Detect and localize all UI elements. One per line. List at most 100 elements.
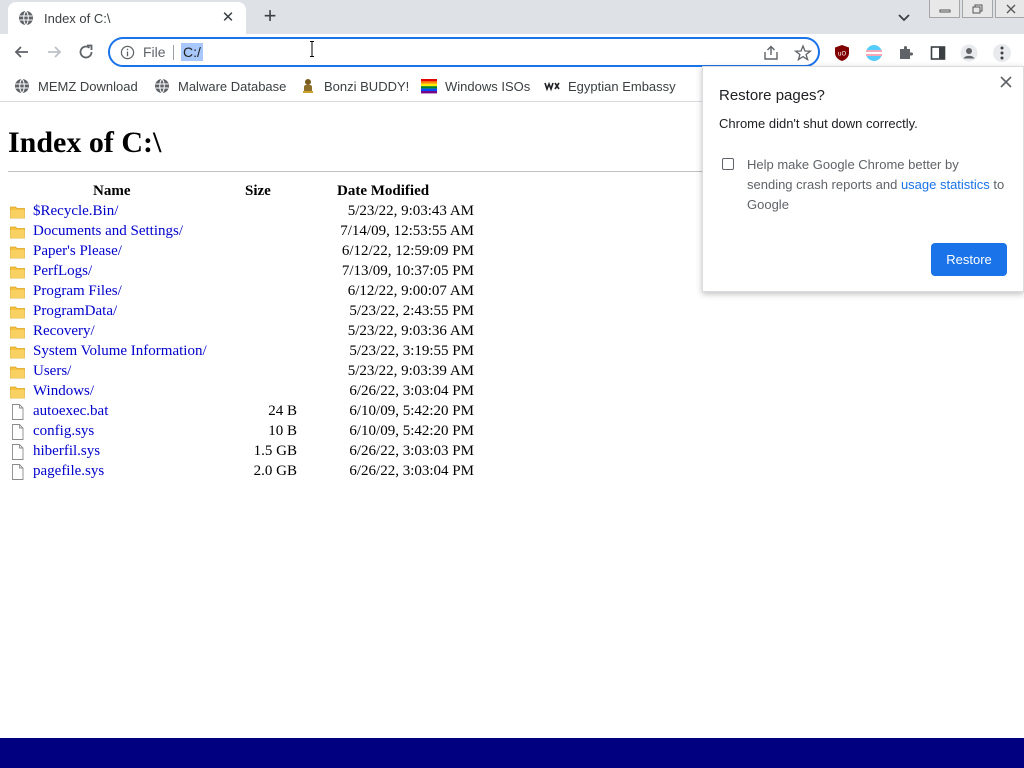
file-date: 7/13/09, 10:37:05 PM [341,263,474,279]
profile-avatar-icon[interactable] [960,44,978,62]
column-header-name[interactable]: Name [93,183,131,200]
folder-icon [10,344,25,360]
url-text[interactable]: C:/ [181,43,203,61]
restore-pages-dialog: Restore pages? Chrome didn't shut down c… [702,66,1024,292]
file-row: Program Files/6/12/22, 9:00:07 AM [0,282,500,302]
file-row: hiberfil.sys 1.5 GB 6/26/22, 3:03:03 PM [0,442,500,462]
url-separator [173,45,174,60]
file-row: System Volume Information/5/23/22, 3:19:… [0,342,500,362]
bookmark-label: Windows ISOs [445,78,531,94]
file-name-link[interactable]: System Volume Information/ [33,343,207,360]
crash-report-checkbox[interactable] [722,158,734,170]
back-arrow-icon[interactable] [12,42,32,62]
file-row: pagefile.sys 2.0 GB 6/26/22, 3:03:04 PM [0,462,500,482]
side-panel-icon[interactable] [929,44,947,62]
bookmark-label: Malware Database [178,78,287,94]
close-icon[interactable] [999,75,1013,89]
file-name-link[interactable]: $Recycle.Bin/ [33,203,118,220]
dialog-message: Chrome didn't shut down correctly. [719,116,918,131]
file-row: Windows/6/26/22, 3:03:04 PM [0,382,500,402]
file-date: 5/23/22, 9:03:43 AM [347,203,474,219]
bookmark-malware-database[interactable]: Malware Database [154,76,286,96]
file-row: Users/5/23/22, 9:03:39 AM [0,362,500,382]
page-title: Index of C:\ [8,126,162,159]
restore-button[interactable]: Restore [931,243,1007,276]
rainbow-flag-icon [421,79,437,94]
address-bar[interactable]: File C:/ [108,37,820,67]
file-name-link[interactable]: ProgramData/ [33,303,117,320]
file-row: Documents and Settings/7/14/09, 12:53:55… [0,222,500,242]
folder-icon [10,364,25,380]
more-menu-icon[interactable] [993,44,1011,62]
info-icon[interactable] [120,45,135,60]
wix-icon [544,81,560,92]
share-icon[interactable] [762,44,780,62]
file-name-link[interactable]: Program Files/ [33,283,122,300]
folder-icon [10,224,25,240]
bookmark-label: Egyptian Embassy [568,78,676,94]
file-row: ProgramData/5/23/22, 2:43:55 PM [0,302,500,322]
puzzle-extensions-icon[interactable] [897,44,915,62]
file-name-link[interactable]: pagefile.sys [33,463,104,480]
file-size: 24 B [268,403,297,419]
bookmark-windows-isos[interactable]: Windows ISOs [421,76,530,96]
file-name-link[interactable]: Paper's Please/ [33,243,122,260]
reload-icon[interactable] [76,42,96,62]
browser-toolbar: File C:/ uO [0,34,1024,70]
file-row: Paper's Please/6/12/22, 12:59:09 PM [0,242,500,262]
bookmark-memz-download[interactable]: MEMZ Download [14,76,138,96]
folder-icon [10,384,25,400]
file-name-link[interactable]: Windows/ [33,383,94,400]
file-date: 5/23/22, 9:03:39 AM [347,363,474,379]
file-name-link[interactable]: hiberfil.sys [33,443,100,460]
file-size: 2.0 GB [253,463,297,479]
globe-icon [19,10,33,26]
file-date: 5/23/22, 2:43:55 PM [349,303,474,319]
file-row: PerfLogs/7/13/09, 10:37:05 PM [0,262,500,282]
bookmark-star-icon[interactable] [794,44,812,62]
bookmark-label: MEMZ Download [38,78,138,94]
dialog-title: Restore pages? [719,87,825,104]
file-name-link[interactable]: Recovery/ [33,323,95,340]
minimize-icon [939,9,950,12]
column-header-size[interactable]: Size [245,183,271,200]
file-row: config.sys 10 B 6/10/09, 5:42:20 PM [0,422,500,442]
file-date: 6/10/09, 5:42:20 PM [349,423,474,439]
folder-icon [10,284,25,300]
crash-report-label: Help make Google Chrome better by sendin… [747,155,1007,215]
title-divider [8,171,708,172]
close-tab-icon[interactable]: ✕ [220,10,236,26]
close-window-button[interactable] [995,0,1024,18]
bookmark-egyptian-embassy[interactable]: Egyptian Embassy [544,76,676,96]
minimize-button[interactable] [929,0,960,18]
trans-flag-extension-icon[interactable] [865,44,883,62]
file-date: 6/12/22, 9:00:07 AM [347,283,474,299]
file-date: 6/26/22, 3:03:04 PM [349,383,474,399]
new-tab-icon[interactable]: + [259,5,281,28]
file-name-link[interactable]: autoexec.bat [33,403,108,420]
file-date: 6/10/09, 5:42:20 PM [349,403,474,419]
column-header-date[interactable]: Date Modified [337,183,429,200]
forward-arrow-icon[interactable] [44,42,64,62]
chevron-down-icon[interactable] [895,8,913,26]
file-name-link[interactable]: config.sys [33,423,94,440]
globe-icon [155,78,169,94]
file-date: 7/14/09, 12:53:55 AM [340,223,474,239]
file-name-link[interactable]: PerfLogs/ [33,263,92,280]
ublock-origin-icon[interactable]: uO [833,44,851,62]
file-size: 10 B [268,423,297,439]
file-icon [10,464,25,480]
folder-icon [10,304,25,320]
file-name-link[interactable]: Users/ [33,363,71,380]
file-size: 1.5 GB [253,443,297,459]
file-icon [10,424,25,440]
file-name-link[interactable]: Documents and Settings/ [33,223,183,240]
tab-index-of-c[interactable]: Index of C:\ ✕ [8,2,246,34]
bookmark-bonzi-buddy[interactable]: Bonzi BUDDY! [300,76,409,96]
folder-icon [10,204,25,220]
url-scheme-label: File [143,44,166,60]
restore-window-button[interactable] [962,0,993,18]
bookmark-label: Bonzi BUDDY! [324,78,410,94]
file-date: 6/12/22, 12:59:09 PM [341,243,474,259]
usage-statistics-link[interactable]: usage statistics [901,177,990,192]
